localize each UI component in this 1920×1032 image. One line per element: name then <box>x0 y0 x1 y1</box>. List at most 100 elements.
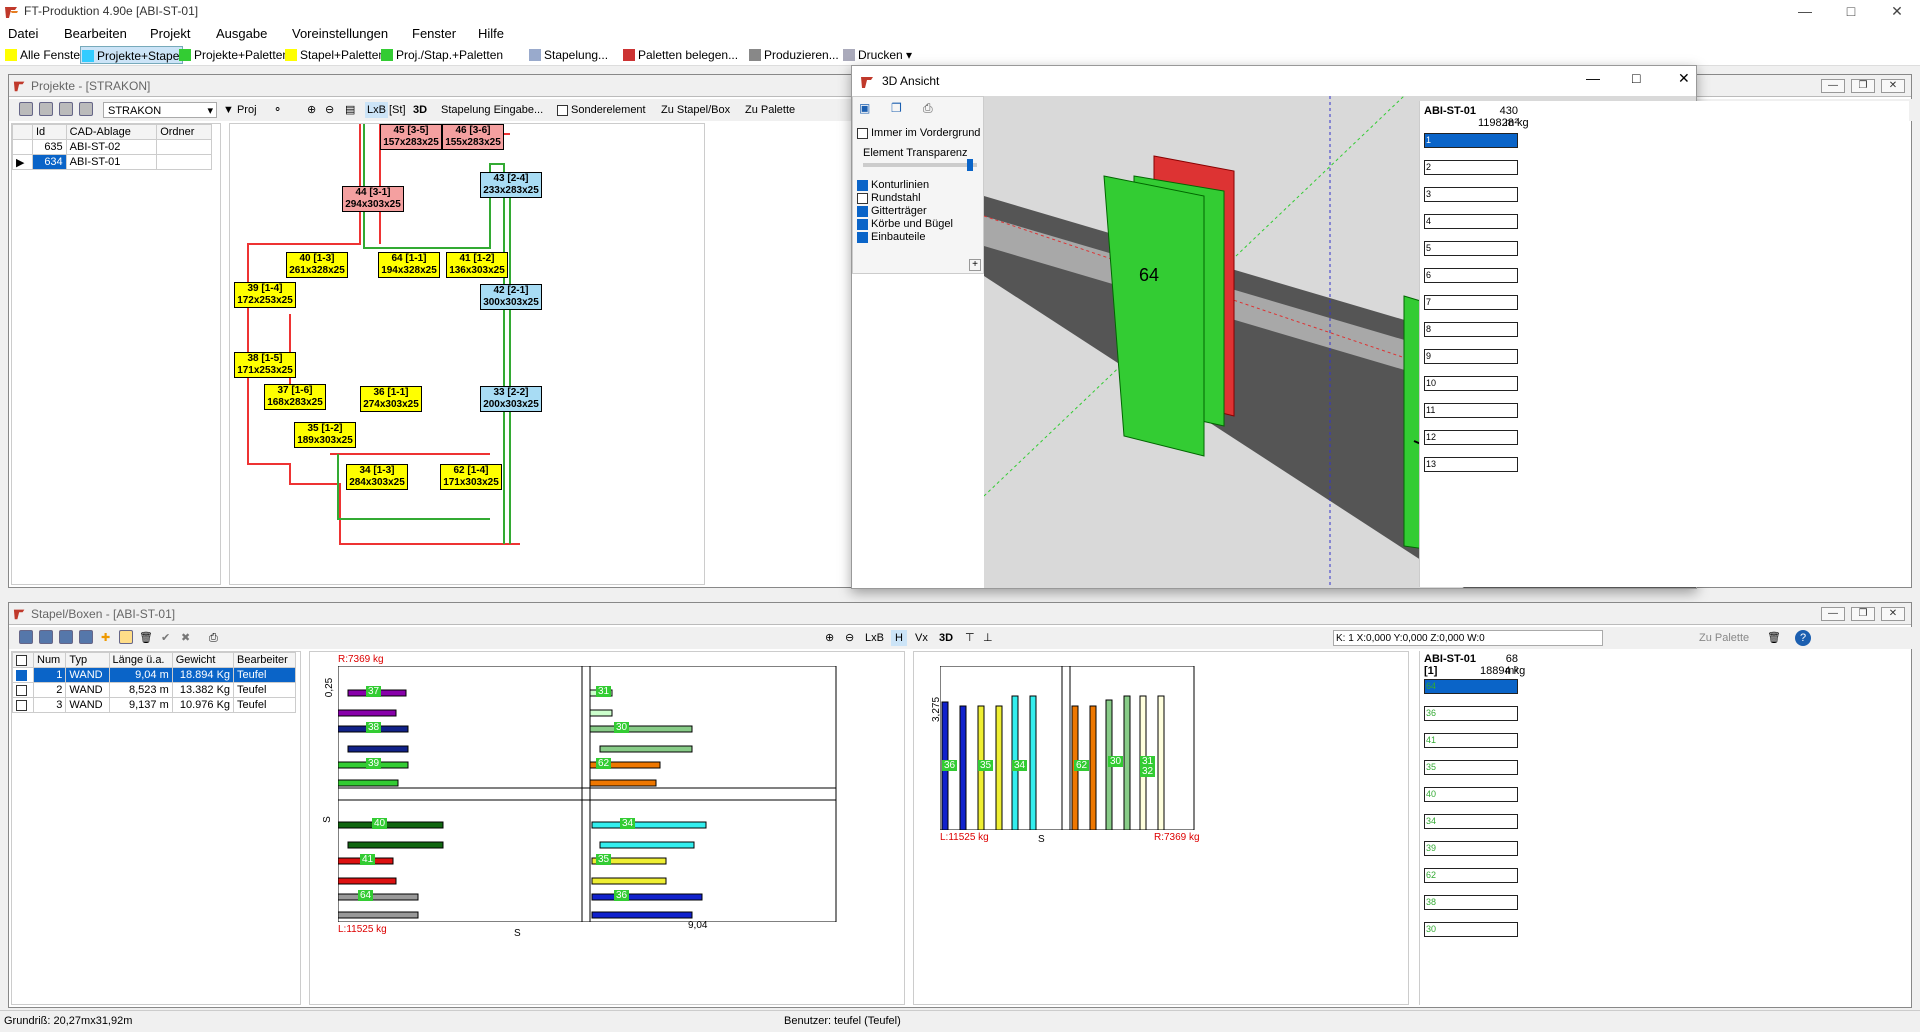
element-box[interactable]: 34 [1-3] 284x303x25 <box>346 464 408 490</box>
stripe-item[interactable]: 38 <box>1424 895 1518 910</box>
vx-button[interactable]: Vx <box>915 630 928 646</box>
stripe-item[interactable]: 30 <box>1424 922 1518 937</box>
element-box[interactable]: 33 [2-2] 200x303x25 <box>480 386 542 412</box>
menu-fenster[interactable]: Fenster <box>412 26 456 41</box>
zoom-out-icon[interactable]: ⊖ <box>325 102 334 118</box>
minimize-button[interactable]: — <box>1782 0 1828 24</box>
zu-palette-button[interactable]: Zu Palette <box>745 102 795 118</box>
mdi-restore-button[interactable]: ❐ <box>1851 607 1875 621</box>
lxb-button[interactable]: LxB <box>365 102 388 118</box>
stripe-item[interactable]: 5 <box>1424 241 1518 256</box>
element-box[interactable]: 39 [1-4] 172x253x25 <box>234 282 296 308</box>
element-box[interactable]: 62 [1-4] 171x303x25 <box>440 464 502 490</box>
stripe-item[interactable]: 41 <box>1424 733 1518 748</box>
mdi-close-button[interactable]: ✕ <box>1881 607 1905 621</box>
trash-icon[interactable]: 🗑 <box>1767 630 1781 646</box>
option-checkbox[interactable]: Einbauteile <box>857 231 925 243</box>
col-ordner[interactable]: Ordner <box>156 124 212 140</box>
slider-thumb[interactable] <box>967 159 973 171</box>
y-value[interactable]: 0,000 <box>1403 633 1428 644</box>
stripe-item[interactable]: 11 <box>1424 403 1518 418</box>
menu-datei[interactable]: Datei <box>8 26 38 41</box>
table-row[interactable]: ▶ 634 ABI-ST-01 <box>12 154 212 170</box>
stapelung-eingabe-button[interactable]: Stapelung Eingabe... <box>441 102 543 118</box>
delete-icon[interactable]: 🗑 <box>139 630 153 646</box>
element-box[interactable]: 45 [3-5] 157x283x25 <box>380 124 442 150</box>
checkbox-box[interactable] <box>16 654 27 666</box>
proj-filter-button[interactable]: ▼ Proj <box>223 102 257 118</box>
3d-button[interactable]: 3D <box>939 630 953 646</box>
close-button[interactable]: ✕ <box>1874 0 1920 24</box>
col-cad[interactable]: CAD-Ablage <box>65 124 158 140</box>
menu-projekt[interactable]: Projekt <box>150 26 190 41</box>
element-box[interactable]: 43 [2-4] 233x283x25 <box>480 172 542 198</box>
3d-maximize-button[interactable]: □ <box>1632 70 1640 86</box>
stripe-item[interactable]: 34 <box>1424 814 1518 829</box>
stripe-item[interactable]: 39 <box>1424 841 1518 856</box>
menu-ausgabe[interactable]: Ausgabe <box>216 26 267 41</box>
col-laenge[interactable]: Länge ü.a. <box>108 652 173 668</box>
project-layout-canvas[interactable]: 45 [3-5] 157x283x25 46 [3-6] 155x283x25 43… <box>229 123 705 585</box>
expand-button[interactable]: + <box>969 259 981 271</box>
menu-voreinstellungen[interactable]: Voreinstellungen <box>292 26 388 41</box>
zoom-in-icon[interactable]: ⊕ <box>825 630 834 646</box>
table-row[interactable]: 3 WAND 9,137 m 10.976 Kg Teufel <box>12 697 296 713</box>
paletten-belegen-button[interactable]: Paletten belegen... <box>622 46 738 64</box>
table-row[interactable]: 2 WAND 8,523 m 13.382 Kg Teufel <box>12 682 296 698</box>
view-proj-stap-paletten[interactable]: Proj./Stap.+Paletten <box>380 46 503 64</box>
menu-bearbeiten[interactable]: Bearbeiten <box>64 26 127 41</box>
stripe-item[interactable]: 2 <box>1424 160 1518 175</box>
stripe-item[interactable]: 6 <box>1424 268 1518 283</box>
vordergrund-checkbox[interactable]: Immer im Vordergrund <box>857 127 980 139</box>
option-checkbox[interactable]: Konturlinien <box>857 179 929 191</box>
print-icon[interactable]: ⎙ <box>209 630 218 646</box>
nav-last-icon[interactable] <box>79 630 93 646</box>
option-checkbox[interactable]: Rundstahl <box>857 192 921 204</box>
nav-first-icon[interactable] <box>19 102 33 118</box>
row-check[interactable] <box>12 697 34 713</box>
option-checkbox[interactable]: Körbe und Bügel <box>857 218 953 230</box>
element-box[interactable]: 40 [1-3] 261x328x25 <box>286 252 348 278</box>
edit-icon[interactable] <box>119 630 133 646</box>
col-gewicht[interactable]: Gewicht <box>171 652 235 668</box>
option-checkbox[interactable]: Gitterträger <box>857 205 927 217</box>
print-icon[interactable]: ⎙ <box>923 101 933 116</box>
align-bottom-icon[interactable]: ⊥ <box>983 630 993 646</box>
stripe-item[interactable]: 35 <box>1424 760 1518 775</box>
stripe-item[interactable]: 12 <box>1424 430 1518 445</box>
lxb-button[interactable]: LxB <box>865 630 884 646</box>
mdi-close-button[interactable]: ✕ <box>1881 79 1905 93</box>
st-button[interactable]: [St] <box>389 102 406 118</box>
zoom-in-icon[interactable]: ⊕ <box>307 102 316 118</box>
z-value[interactable]: 0,000 <box>1439 633 1464 644</box>
help-icon[interactable]: ? <box>1795 630 1811 646</box>
align-top-icon[interactable]: ⊤ <box>965 630 975 646</box>
element-box[interactable]: 38 [1-5] 171x253x25 <box>234 352 296 378</box>
nav-next-icon[interactable] <box>59 102 73 118</box>
project-dropdown[interactable]: STRAKON ▾ <box>103 102 217 118</box>
stripe-item[interactable]: 10 <box>1424 376 1518 391</box>
save-icon[interactable]: ▣ <box>859 101 870 115</box>
3d-close-button[interactable]: ✕ <box>1678 70 1690 87</box>
nav-last-icon[interactable] <box>79 102 93 118</box>
table-row[interactable]: 1 WAND 9,04 m 18.894 Kg Teufel <box>12 667 296 683</box>
view-projekte-paletten[interactable]: Projekte+Paletten <box>178 46 289 64</box>
k-value[interactable]: 1 <box>1348 633 1354 644</box>
view-alle-fenster[interactable]: Alle Fenster <box>4 46 84 64</box>
row-check[interactable] <box>12 682 34 698</box>
x-value[interactable]: 0,000 <box>1366 633 1391 644</box>
drucken-button[interactable]: Drucken ▾ <box>842 46 912 64</box>
nav-first-icon[interactable] <box>19 630 33 646</box>
stripe-item[interactable]: 40 <box>1424 787 1518 802</box>
stripe-item[interactable]: 1 <box>1424 133 1518 148</box>
transparenz-slider[interactable] <box>863 159 977 171</box>
zu-stapel-button[interactable]: Zu Stapel/Box <box>661 102 730 118</box>
element-box[interactable]: 42 [2-1] 300x303x25 <box>480 284 542 310</box>
view-projekte-stapel[interactable]: Projekte+Stapel <box>80 46 184 64</box>
check-icon[interactable]: ✔ <box>161 630 170 646</box>
col-id[interactable]: Id <box>32 124 67 140</box>
h-button[interactable]: H <box>891 630 907 646</box>
nav-next-icon[interactable] <box>59 630 73 646</box>
coord-inputs[interactable]: K: 1 X:0,000 Y:0,000 Z:0,000 W:0 <box>1333 630 1603 646</box>
col-typ[interactable]: Typ <box>65 652 110 668</box>
